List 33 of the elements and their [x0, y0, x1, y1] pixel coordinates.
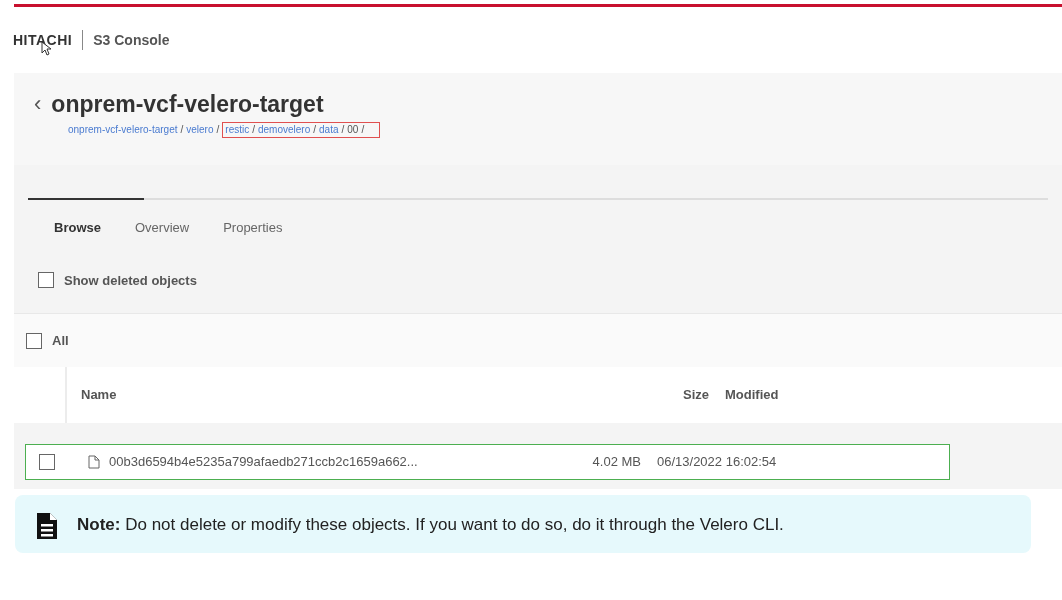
logo: HITACHI [13, 32, 73, 48]
table-cell-text: 00b3d6594b4e5235a799afaedb271ccb2c1659a662... [109, 453, 419, 472]
column-header: Modified [724, 386, 779, 405]
breadcrumb-link[interactable]: restic [225, 122, 250, 137]
table-cell-text: 06/13/2022 16:02:54 [656, 453, 777, 472]
checkbox-label: All [52, 331, 69, 350]
file-icon [88, 455, 100, 469]
column-header: Size [682, 386, 709, 405]
breadcrumb-separator: / [341, 122, 345, 137]
breadcrumb-link[interactable]: data [319, 122, 339, 137]
checkbox[interactable] [26, 332, 42, 349]
breadcrumb-separator: / [313, 122, 317, 137]
tab[interactable]: Browse [42, 218, 113, 238]
app-name: S3 Console [93, 30, 170, 50]
note-text: Note: Do not delete or modify these objects. If you want to do so, do it through the Velero CLI. [77, 514, 785, 536]
tab[interactable]: Overview [122, 218, 202, 238]
back-button[interactable]: ‹ [34, 93, 42, 116]
bucket-title: onprem-vcf-velero-target [51, 90, 324, 119]
checkbox[interactable] [38, 454, 55, 470]
breadcrumb-link[interactable]: velero [186, 122, 214, 137]
tab[interactable]: Properties [211, 218, 295, 238]
table-cell-text: 4.02 MB [591, 453, 641, 472]
breadcrumb-separator: / [216, 122, 220, 137]
breadcrumb-link[interactable]: demovelero [258, 122, 311, 137]
breadcrumb-separator: / [252, 122, 255, 137]
checkbox[interactable] [38, 272, 54, 289]
breadcrumb-text: 00 [347, 122, 359, 137]
breadcrumb-separator: / [180, 122, 184, 137]
column-header: Name [80, 386, 118, 405]
document-icon [37, 513, 57, 539]
breadcrumb-link[interactable]: onprem-vcf-velero-target [68, 122, 178, 137]
breadcrumb-separator: / [361, 122, 365, 137]
checkbox-label: Show deleted objects [64, 271, 197, 290]
